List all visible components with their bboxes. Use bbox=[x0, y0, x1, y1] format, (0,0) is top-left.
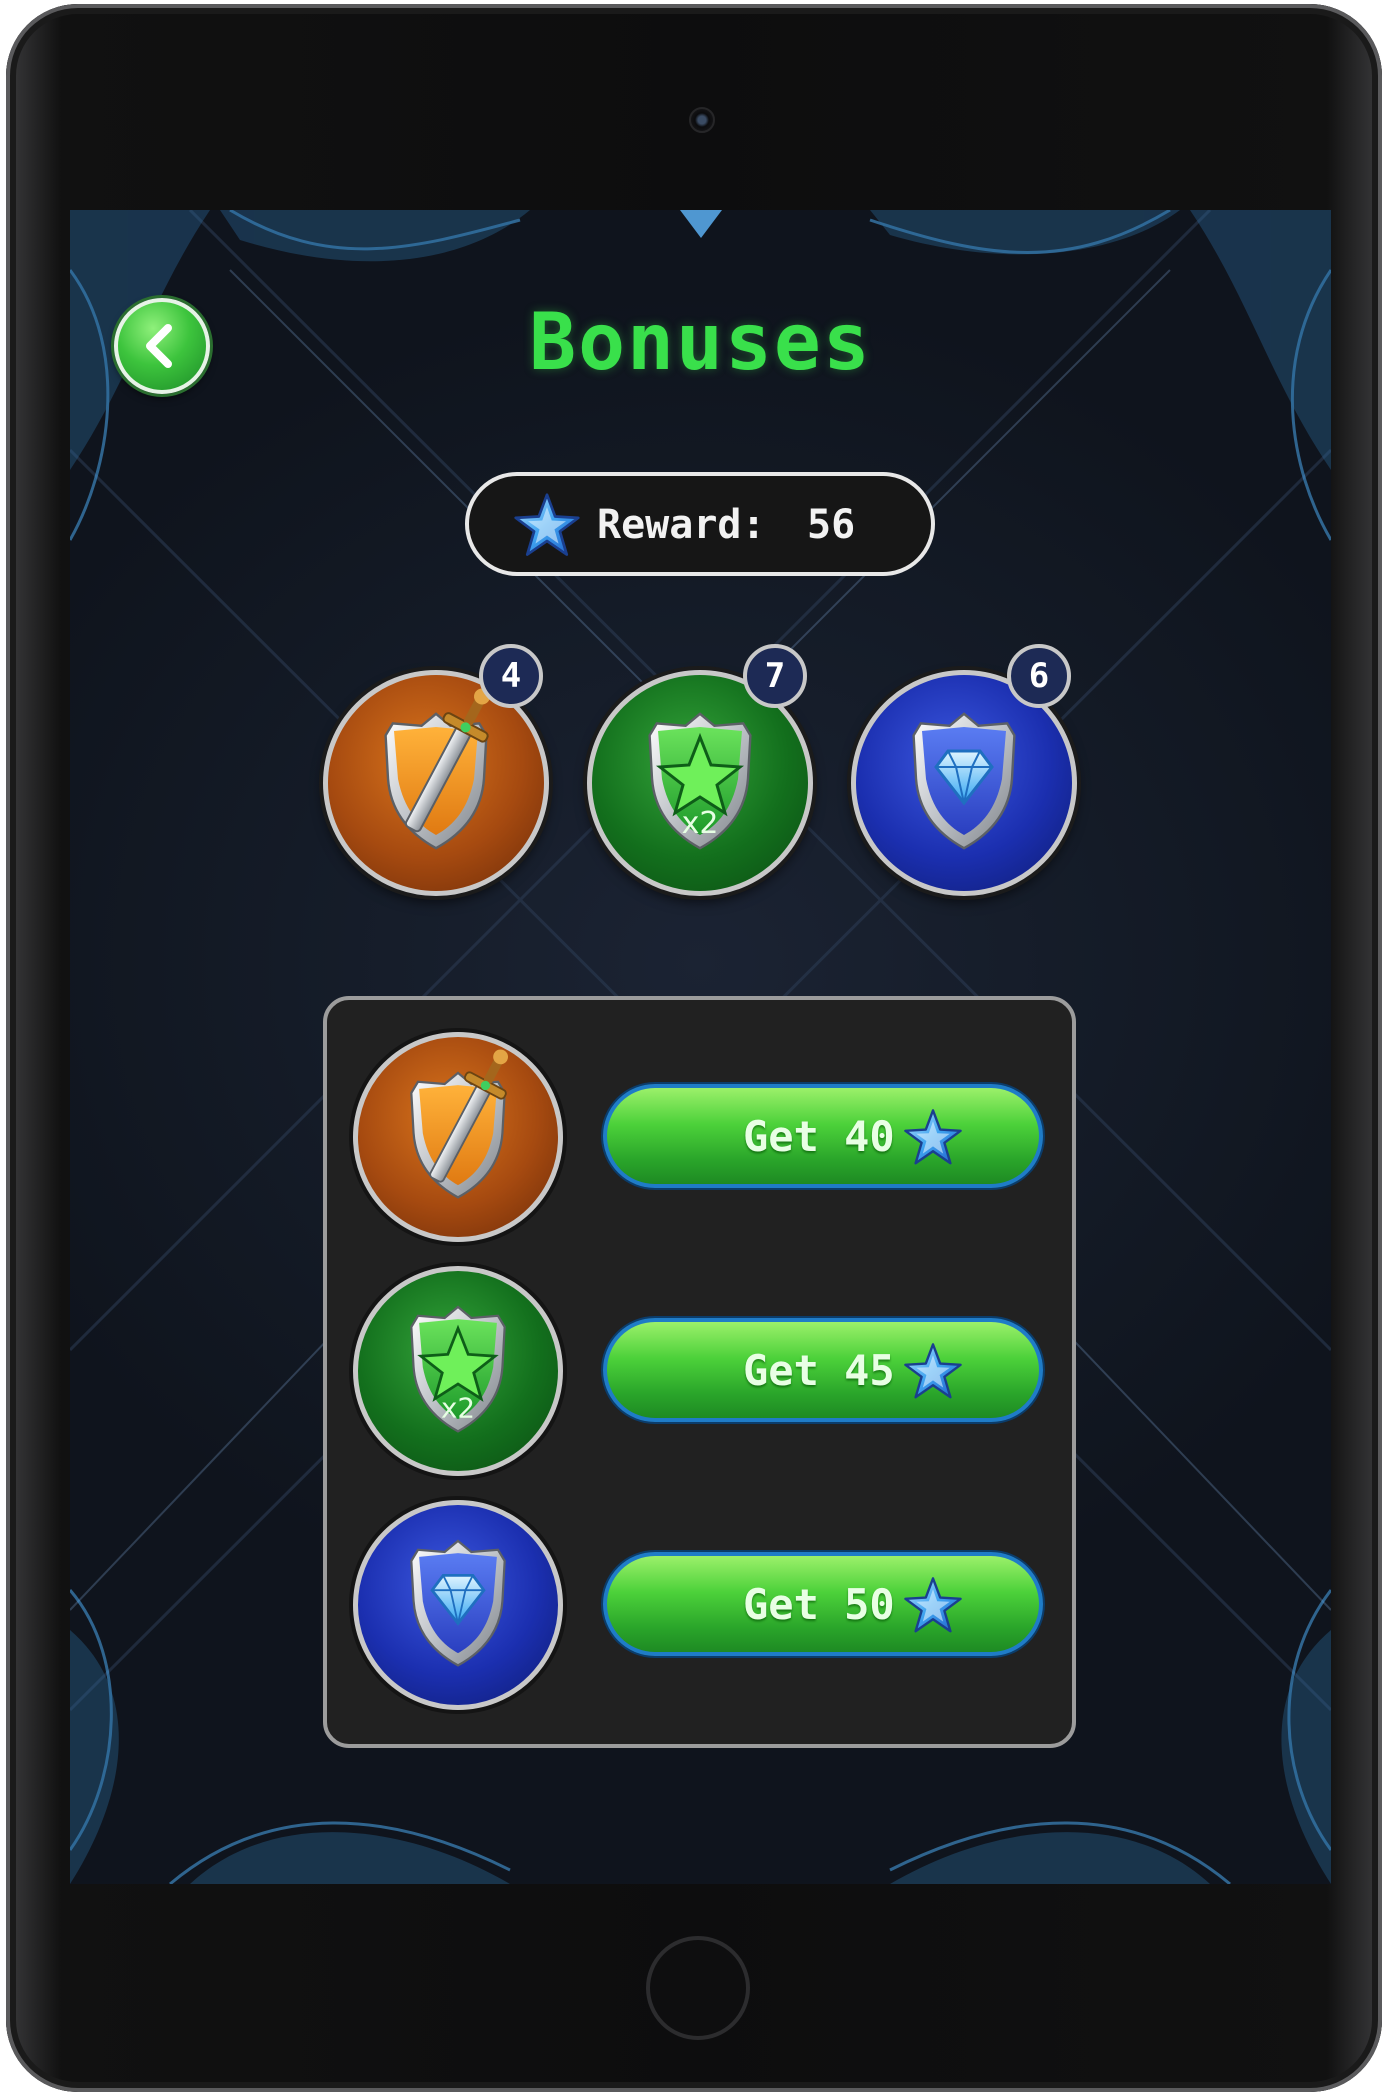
multiplier-label: x2 bbox=[441, 1391, 475, 1424]
star-shield-icon: x2 bbox=[410, 1305, 506, 1433]
home-button[interactable] bbox=[646, 1936, 750, 2040]
diamond-shield-icon bbox=[410, 1539, 506, 1667]
shop-row-diamond: Get 50 bbox=[327, 1500, 1072, 1720]
reward-value: 56 bbox=[807, 502, 856, 548]
buy-button-label: Get 40 bbox=[743, 1112, 895, 1161]
bonus-count-badge: 6 bbox=[1007, 644, 1071, 708]
bonus-count-badge: 4 bbox=[479, 644, 543, 708]
front-camera bbox=[689, 107, 715, 133]
blue-star-icon bbox=[903, 1576, 963, 1636]
sword-shield-icon bbox=[410, 1049, 509, 1199]
reward-counter: Reward: 56 bbox=[465, 472, 935, 576]
tablet-frame: Bonuses Reward: 56 4 x2 7 6 Get 40 x2 Ge… bbox=[6, 4, 1382, 2092]
game-screen: Bonuses Reward: 56 4 x2 7 6 Get 40 x2 Ge… bbox=[70, 210, 1331, 1884]
shop-panel: Get 40 x2 Get 45 Get 50 bbox=[323, 996, 1076, 1748]
shop-row-double-stars: x2 Get 45 bbox=[327, 1266, 1072, 1486]
shop-item-sword bbox=[353, 1032, 563, 1242]
buy-sword-button[interactable]: Get 40 bbox=[603, 1084, 1043, 1188]
buy-diamond-button[interactable]: Get 50 bbox=[603, 1552, 1043, 1656]
bonus-count-badge: 7 bbox=[743, 644, 807, 708]
shop-item-diamond bbox=[353, 1500, 563, 1710]
blue-star-icon bbox=[903, 1108, 963, 1168]
reward-label: Reward: bbox=[597, 502, 766, 548]
blue-star-icon bbox=[513, 492, 581, 560]
shop-item-double-stars: x2 bbox=[353, 1266, 563, 1476]
page-title: Bonuses bbox=[529, 298, 872, 388]
buy-button-label: Get 45 bbox=[743, 1346, 895, 1395]
buy-double-stars-button[interactable]: Get 45 bbox=[603, 1318, 1043, 1422]
blue-star-icon bbox=[903, 1342, 963, 1402]
shop-row-sword: Get 40 bbox=[327, 1032, 1072, 1252]
multiplier-label: x2 bbox=[682, 806, 719, 841]
buy-button-label: Get 50 bbox=[743, 1580, 895, 1629]
